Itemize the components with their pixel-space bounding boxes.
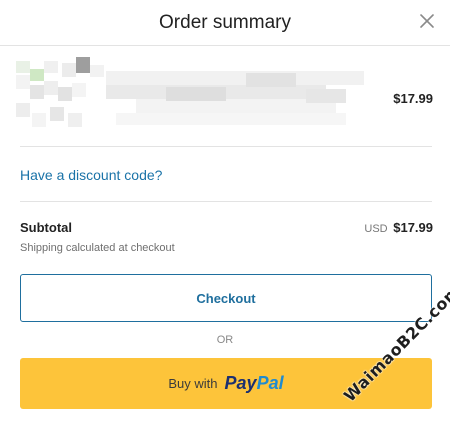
close-icon[interactable] (418, 12, 436, 30)
blurred-product-image (16, 57, 366, 135)
subtotal-label: Subtotal (20, 220, 72, 235)
paypal-button-label: Buy with (168, 376, 218, 391)
shipping-note: Shipping calculated at checkout (20, 242, 175, 254)
or-separator: OR (216, 334, 234, 346)
discount-code-link[interactable]: Have a discount code? (20, 167, 162, 183)
divider (20, 201, 432, 202)
divider (20, 146, 432, 147)
page-title: Order summary (159, 12, 291, 33)
order-summary-header: Order summary (0, 0, 450, 46)
paypal-logo: PayPal (225, 373, 284, 394)
subtotal-value: USD $17.99 (364, 220, 433, 235)
subtotal-amount: $17.99 (393, 220, 433, 235)
paypal-logo-pay: Pay (224, 373, 257, 393)
checkout-button[interactable]: Checkout (20, 274, 432, 322)
subtotal-currency: USD (364, 223, 388, 235)
paypal-logo-pal: Pal (256, 373, 284, 393)
product-price: $17.99 (393, 91, 433, 106)
product-line-item: $17.99 (0, 47, 450, 147)
